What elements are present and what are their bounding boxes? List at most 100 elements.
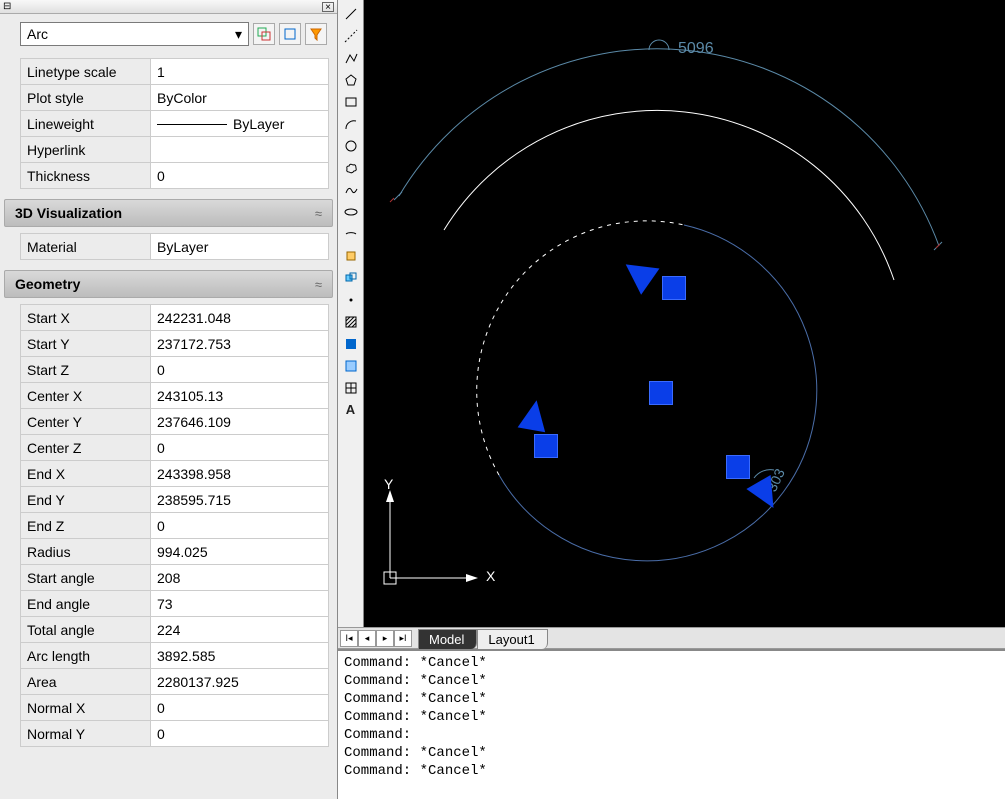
direction-arrow-icon (518, 398, 551, 432)
ucs-y-label: Y (384, 476, 393, 492)
prop-value[interactable]: ByColor (151, 85, 329, 111)
circle-icon[interactable] (341, 136, 361, 155)
prop-value[interactable]: 237646.109 (151, 409, 329, 435)
text-icon[interactable]: A (341, 400, 361, 419)
cmd-line: Command: *Cancel* (344, 744, 999, 762)
panel-titlebar[interactable]: ⊟ × (0, 0, 337, 14)
arc-icon[interactable] (341, 114, 361, 133)
object-type-select[interactable]: Arc ▾ (20, 22, 249, 46)
prop-label: Thickness (21, 163, 151, 189)
ucs-x-label: X (486, 568, 495, 584)
prop-value[interactable]: 224 (151, 617, 329, 643)
prop-value[interactable]: 208 (151, 565, 329, 591)
prop-label: Center Y (21, 409, 151, 435)
tab-model[interactable]: Model (418, 629, 477, 649)
prop-label: Total angle (21, 617, 151, 643)
prop-value[interactable]: 242231.048 (151, 305, 329, 331)
prop-label: Material (21, 234, 151, 260)
construction-line-icon[interactable] (341, 26, 361, 45)
region-icon[interactable] (341, 356, 361, 375)
revision-cloud-icon[interactable] (341, 158, 361, 177)
polygon-icon[interactable] (341, 70, 361, 89)
prop-value[interactable]: 0 (151, 163, 329, 189)
cmd-line: Command: *Cancel* (344, 672, 999, 690)
prop-value[interactable]: 237172.753 (151, 331, 329, 357)
section-header-3d-visualization[interactable]: 3D Visualization≈ (4, 199, 333, 227)
ellipse-arc-icon[interactable] (341, 224, 361, 243)
collapse-icon: ≈ (315, 206, 322, 221)
grip-start[interactable] (726, 455, 750, 479)
toggle-pickadd-icon[interactable] (253, 23, 275, 45)
prop-label: End X (21, 461, 151, 487)
prop-value[interactable]: ByLayer (151, 234, 329, 260)
make-block-icon[interactable] (341, 268, 361, 287)
pin-icon[interactable]: ⊟ (3, 1, 11, 12)
rectangle-icon[interactable] (341, 92, 361, 111)
dimension-text[interactable]: 5096 (678, 40, 714, 58)
prop-label: Normal Y (21, 721, 151, 747)
prop-label: Plot style (21, 85, 151, 111)
table-icon[interactable] (341, 378, 361, 397)
grip-mid[interactable] (534, 434, 558, 458)
prop-label: End Z (21, 513, 151, 539)
prop-label: Start Z (21, 357, 151, 383)
prop-label: Center X (21, 383, 151, 409)
prop-value[interactable]: 0 (151, 357, 329, 383)
section-header-geometry[interactable]: Geometry≈ (4, 270, 333, 298)
prop-label: Start angle (21, 565, 151, 591)
panel-close-icon[interactable]: × (322, 2, 334, 12)
prop-value[interactable]: 238595.715 (151, 487, 329, 513)
prop-label: End Y (21, 487, 151, 513)
general-properties-table: Linetype scale1 Plot styleByColor Linewe… (20, 58, 329, 189)
prop-label: Radius (21, 539, 151, 565)
prop-value[interactable]: 1 (151, 59, 329, 85)
cmd-line: Command: *Cancel* (344, 708, 999, 726)
cmd-line: Command: *Cancel* (344, 762, 999, 780)
prop-value[interactable]: 243105.13 (151, 383, 329, 409)
prop-value[interactable]: 0 (151, 695, 329, 721)
cmd-line: Command: *Cancel* (344, 690, 999, 708)
collapse-icon: ≈ (315, 277, 322, 292)
line-icon[interactable] (341, 4, 361, 23)
ucs-icon: Y X (378, 480, 498, 603)
tab-layout1[interactable]: Layout1 (477, 629, 547, 649)
prop-value[interactable]: 0 (151, 513, 329, 539)
gradient-icon[interactable] (341, 334, 361, 353)
quick-select-icon[interactable] (305, 23, 327, 45)
prop-value[interactable]: 0 (151, 721, 329, 747)
prop-value[interactable]: 243398.958 (151, 461, 329, 487)
prop-value[interactable]: 2280137.925 (151, 669, 329, 695)
tab-last-icon[interactable]: ▸I (394, 630, 412, 647)
geometry-properties-table: Start X242231.048 Start Y237172.753 Star… (20, 304, 329, 747)
ellipse-icon[interactable] (341, 202, 361, 221)
chevron-down-icon: ▾ (235, 26, 242, 43)
prop-value[interactable]: 994.025 (151, 539, 329, 565)
point-icon[interactable] (341, 290, 361, 309)
drawing-canvas[interactable]: 5096 303 Y X (364, 0, 1005, 627)
prop-label: Hyperlink (21, 137, 151, 163)
polyline-icon[interactable] (341, 48, 361, 67)
visualization-properties-table: MaterialByLayer (20, 233, 329, 260)
command-line[interactable]: Command: *Cancel* Command: *Cancel* Comm… (338, 649, 1005, 799)
prop-label: Center Z (21, 435, 151, 461)
tab-next-icon[interactable]: ▸ (376, 630, 394, 647)
prop-label: Normal X (21, 695, 151, 721)
cmd-line: Command: *Cancel* (344, 654, 999, 672)
tab-first-icon[interactable]: I◂ (340, 630, 358, 647)
prop-label: Area (21, 669, 151, 695)
prop-value[interactable]: 73 (151, 591, 329, 617)
hatch-icon[interactable] (341, 312, 361, 331)
insert-block-icon[interactable] (341, 246, 361, 265)
grip-end[interactable] (662, 276, 686, 300)
cmd-line: Command: (344, 726, 999, 744)
select-objects-icon[interactable] (279, 23, 301, 45)
properties-panel: ⊟ × Arc ▾ Linetype scale1 Plot styleByCo… (0, 0, 338, 799)
grip-center[interactable] (649, 381, 673, 405)
prop-value[interactable]: 3892.585 (151, 643, 329, 669)
prop-value[interactable] (151, 137, 329, 163)
prop-value[interactable]: 0 (151, 435, 329, 461)
spline-icon[interactable] (341, 180, 361, 199)
prop-value[interactable]: ByLayer (151, 111, 329, 137)
draw-toolbar: A (338, 0, 364, 627)
tab-prev-icon[interactable]: ◂ (358, 630, 376, 647)
